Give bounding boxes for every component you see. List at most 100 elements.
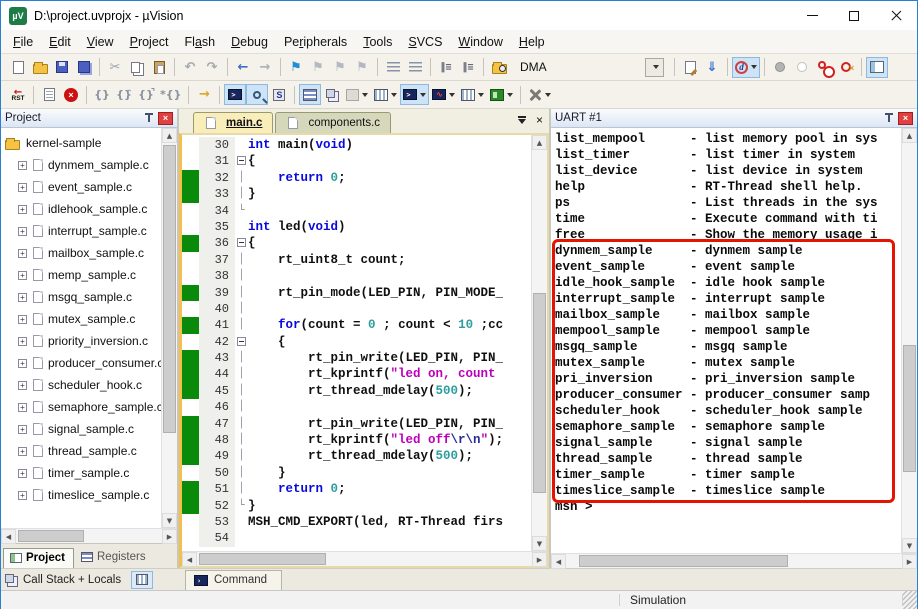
code-line[interactable]: 53 MSH_CMD_EXPORT(led, RT-Thread firs: [182, 513, 531, 531]
pin-icon[interactable]: [145, 113, 153, 123]
menu-flash[interactable]: Flash: [177, 32, 224, 52]
project-vertical-scrollbar[interactable]: ▲ ▼: [161, 128, 177, 528]
menu-debug[interactable]: Debug: [223, 32, 276, 52]
editor-horizontal-scrollbar[interactable]: ◀ ▶: [182, 551, 547, 567]
project-window-toggle-button[interactable]: [866, 56, 888, 78]
run-button[interactable]: [38, 84, 60, 105]
editor-tab-main.c[interactable]: main.c: [193, 112, 274, 133]
code-line[interactable]: 50 │ }: [182, 464, 531, 482]
open-file-button[interactable]: [29, 57, 51, 78]
tree-item-interrupt_sample.c[interactable]: + interrupt_sample.c: [5, 220, 161, 242]
reset-cpu-button[interactable]: ← RST: [7, 84, 29, 105]
tree-root[interactable]: kernel-sample: [5, 132, 161, 154]
menu-svcs[interactable]: SVCS: [400, 32, 450, 52]
breakpoints-kill-all-button[interactable]: [835, 57, 857, 78]
collapse-icon[interactable]: [237, 156, 246, 166]
tree-item-thread_sample.c[interactable]: + thread_sample.c: [5, 440, 161, 462]
expand-icon[interactable]: +: [18, 468, 27, 478]
target-select[interactable]: DMA: [516, 57, 664, 77]
scroll-right-icon[interactable]: ▶: [162, 529, 177, 544]
menu-project[interactable]: Project: [122, 32, 177, 52]
code-line[interactable]: 43 │ rt_pin_write(LED_PIN, PIN_: [182, 350, 531, 367]
find-in-files-button[interactable]: [488, 57, 510, 78]
flash-download-button[interactable]: ⇓: [701, 57, 723, 78]
menu-file[interactable]: File: [5, 32, 41, 52]
menu-help[interactable]: Help: [511, 32, 553, 52]
expand-icon[interactable]: +: [18, 204, 27, 214]
new-file-button[interactable]: [7, 57, 29, 78]
uart-horizontal-scrollbar[interactable]: ◀ ▶: [551, 553, 917, 569]
tab-registers[interactable]: Registers: [74, 547, 155, 568]
tree-item-msgq_sample.c[interactable]: + msgq_sample.c: [5, 286, 161, 308]
stop-button[interactable]: ×: [60, 84, 82, 105]
tree-item-mailbox_sample.c[interactable]: + mailbox_sample.c: [5, 242, 161, 264]
code-line[interactable]: 33 │}: [182, 186, 531, 203]
expand-icon[interactable]: +: [18, 424, 27, 434]
symbol-window-toggle-button[interactable]: S: [268, 84, 290, 105]
close-editor-icon[interactable]: ×: [536, 114, 543, 126]
comment-selection-button[interactable]: ∥≡: [435, 57, 457, 78]
menu-view[interactable]: View: [79, 32, 122, 52]
save-all-button[interactable]: [73, 57, 95, 78]
uart-vertical-scrollbar[interactable]: ▲ ▼: [901, 128, 917, 553]
scroll-thumb[interactable]: [903, 344, 916, 473]
call-stack-window-toggle-button[interactable]: [321, 84, 343, 105]
expand-icon[interactable]: +: [18, 490, 27, 500]
tree-item-timer_sample.c[interactable]: + timer_sample.c: [5, 462, 161, 484]
code-line[interactable]: 44 │ rt_kprintf("led on, count: [182, 366, 531, 383]
scroll-thumb[interactable]: [18, 530, 84, 542]
scroll-left-icon[interactable]: ◀: [1, 529, 16, 544]
code-line[interactable]: 39 │ rt_pin_mode(LED_PIN, PIN_MODE_: [182, 284, 531, 301]
code-line[interactable]: 40 │: [182, 300, 531, 318]
scroll-down-icon[interactable]: ▼: [532, 536, 547, 551]
uart-panel-close-icon[interactable]: ×: [898, 111, 913, 125]
command-window-toggle-button[interactable]: >: [224, 84, 247, 105]
code-line[interactable]: 52 └}: [182, 497, 531, 514]
tree-item-mutex_sample.c[interactable]: + mutex_sample.c: [5, 308, 161, 330]
scroll-thumb[interactable]: [163, 145, 176, 433]
tree-item-timeslice_sample.c[interactable]: + timeslice_sample.c: [5, 484, 161, 506]
expand-icon[interactable]: +: [18, 160, 27, 170]
step-out-button[interactable]: {}̚: [135, 84, 157, 105]
editor-vertical-scrollbar[interactable]: ▲ ▼: [531, 135, 547, 551]
tree-item-signal_sample.c[interactable]: + signal_sample.c: [5, 418, 161, 440]
scroll-down-icon[interactable]: ▼: [162, 513, 177, 528]
redo-button[interactable]: ↷: [201, 57, 223, 78]
scroll-right-icon[interactable]: ▶: [902, 554, 917, 569]
expand-icon[interactable]: +: [18, 358, 27, 368]
resize-grip[interactable]: [903, 591, 917, 609]
code-line[interactable]: 51 │ return 0;: [182, 481, 531, 498]
tree-item-event_sample.c[interactable]: + event_sample.c: [5, 176, 161, 198]
scroll-left-icon[interactable]: ◀: [182, 552, 197, 567]
minimize-button[interactable]: [791, 1, 833, 30]
code-line[interactable]: 38 │: [182, 268, 531, 285]
call-stack-tab[interactable]: Call Stack + Locals: [1, 570, 179, 589]
scroll-left-icon[interactable]: ◀: [551, 554, 566, 569]
target-select-dropdown[interactable]: [645, 57, 664, 77]
scroll-thumb[interactable]: [533, 293, 546, 493]
fold-marker[interactable]: [235, 153, 248, 169]
navigate-back-button[interactable]: ←: [232, 57, 254, 78]
registers-window-toggle-button[interactable]: [299, 84, 322, 105]
paste-button[interactable]: [148, 57, 170, 78]
step-into-button[interactable]: {̬}: [91, 84, 113, 105]
expand-icon[interactable]: +: [18, 314, 27, 324]
breakpoint-insert-button[interactable]: [769, 57, 791, 78]
indent-button[interactable]: [382, 57, 404, 78]
clear-bookmarks-button[interactable]: ⚑: [351, 57, 373, 78]
pin-icon[interactable]: [885, 113, 893, 123]
memory-window-dropdown-button[interactable]: [371, 84, 400, 105]
tree-item-idlehook_sample.c[interactable]: + idlehook_sample.c: [5, 198, 161, 220]
serial-window-dropdown-button[interactable]: >: [400, 84, 430, 105]
code-line[interactable]: 49 │ rt_thread_mdelay(500);: [182, 448, 531, 465]
scroll-up-icon[interactable]: ▲: [902, 128, 917, 143]
menu-tools[interactable]: Tools: [355, 32, 400, 52]
menu-peripherals[interactable]: Peripherals: [276, 32, 355, 52]
project-panel-close-icon[interactable]: ×: [158, 111, 173, 125]
project-horizontal-scrollbar[interactable]: ◀ ▶: [1, 528, 177, 544]
code-line[interactable]: 37 │ rt_uint8_t count;: [182, 251, 531, 269]
close-button[interactable]: [875, 1, 917, 30]
breakpoint-enable-button[interactable]: [791, 57, 813, 78]
code-line[interactable]: 47 │ rt_pin_write(LED_PIN, PIN_: [182, 415, 531, 433]
maximize-button[interactable]: [833, 1, 875, 30]
